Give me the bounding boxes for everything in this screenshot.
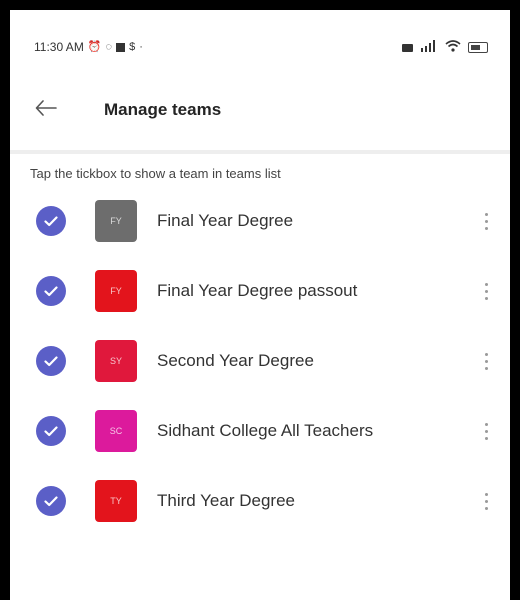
whatsapp-icon: ◌ [105,41,113,53]
team-checkbox[interactable] [36,206,66,236]
team-avatar: SY [95,340,137,382]
check-icon [44,215,58,226]
team-name: Sidhant College All Teachers [157,421,374,440]
status-bar: 11:30 AM ⏰ ◌ $ · [10,10,510,72]
hint-text: Tap the tickbox to show a team in teams … [30,166,281,181]
hd-icon [402,43,413,52]
app-bar: Manage teams [10,78,510,138]
dot-icon: · [139,41,143,53]
more-options-icon[interactable] [478,206,494,236]
team-row: SY Second Year Degree [10,326,510,396]
status-right [402,40,488,55]
team-name: Final Year Degree passout [157,281,358,300]
status-time: 11:30 AM [34,40,84,54]
more-options-icon[interactable] [478,276,494,306]
team-row: SC Sidhant College All Teachers [10,396,510,466]
wifi-icon [445,40,461,55]
team-name: Final Year Degree [157,211,294,230]
back-button[interactable] [26,90,66,126]
team-checkbox[interactable] [36,276,66,306]
team-avatar: SC [95,410,137,452]
team-avatar: TY [95,480,137,522]
team-row: FY Final Year Degree passout [10,256,510,326]
more-options-icon[interactable] [478,346,494,376]
signal-icon [420,40,438,55]
team-checkbox[interactable] [36,486,66,516]
team-row: TY Third Year Degree [10,466,510,536]
notification-icon [116,42,126,52]
more-options-icon[interactable] [478,416,494,446]
team-row: FY Final Year Degree [10,186,510,256]
more-options-icon[interactable] [478,486,494,516]
check-icon [44,285,58,296]
battery-icon [468,42,488,53]
check-icon [44,425,58,436]
alarm-icon: ⏰ [87,41,102,53]
team-checkbox[interactable] [36,346,66,376]
team-checkbox[interactable] [36,416,66,446]
team-name: Third Year Degree [157,491,295,510]
team-avatar: FY [95,270,137,312]
arrow-left-icon [35,100,57,116]
phone-screen: 11:30 AM ⏰ ◌ $ · Manage teams Tap the ti [10,10,510,600]
team-name: Second Year Degree [157,351,314,370]
check-icon [44,495,58,506]
team-avatar: FY [95,200,137,242]
check-icon [44,355,58,366]
sim-icon: $ [129,41,136,53]
divider [10,150,510,154]
page-title: Manage teams [104,100,222,119]
teams-list: FY Final Year Degree FY Final Year Degre… [10,186,510,536]
status-left: 11:30 AM ⏰ ◌ $ · [34,40,143,54]
